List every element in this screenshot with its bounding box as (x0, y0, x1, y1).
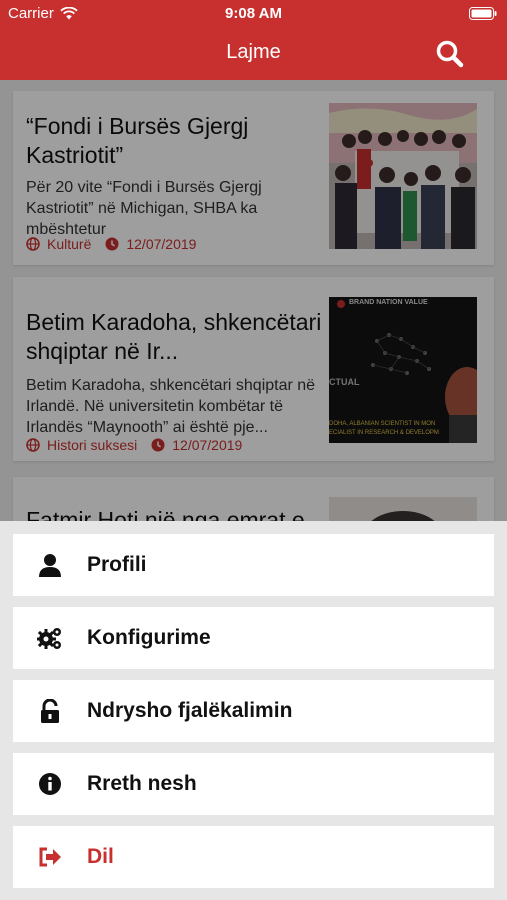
menu-item-label: Konfigurime (87, 626, 211, 649)
menu-item-rreth-nesh[interactable]: Rreth nesh (13, 753, 494, 815)
menu-item-label: Rreth nesh (87, 772, 197, 795)
gears-icon (37, 628, 61, 649)
status-time: 9:08 AM (225, 5, 282, 22)
menu-item-dil[interactable]: Dil (13, 826, 494, 888)
sign-out-icon (39, 847, 61, 867)
menu-item-profili[interactable]: Profili (13, 534, 494, 596)
user-icon (39, 554, 61, 577)
action-sheet: Profili Konfigurime Ndrysho fjalëkalimin… (0, 521, 507, 900)
unlock-icon (41, 699, 59, 723)
menu-item-ndrysho-fjalekalimin[interactable]: Ndrysho fjalëkalimin (13, 680, 494, 742)
page-title: Lajme (226, 41, 281, 63)
search-icon[interactable] (435, 39, 465, 69)
status-bar: Carrier 9:08 AM (0, 0, 507, 28)
info-icon (39, 773, 61, 795)
menu-item-konfigurime[interactable]: Konfigurime (13, 607, 494, 669)
menu-item-label: Ndrysho fjalëkalimin (87, 699, 293, 722)
nav-bar: Lajme (0, 28, 507, 80)
battery-icon (469, 7, 497, 20)
menu-item-label: Profili (87, 553, 147, 576)
menu-item-label: Dil (87, 845, 114, 868)
